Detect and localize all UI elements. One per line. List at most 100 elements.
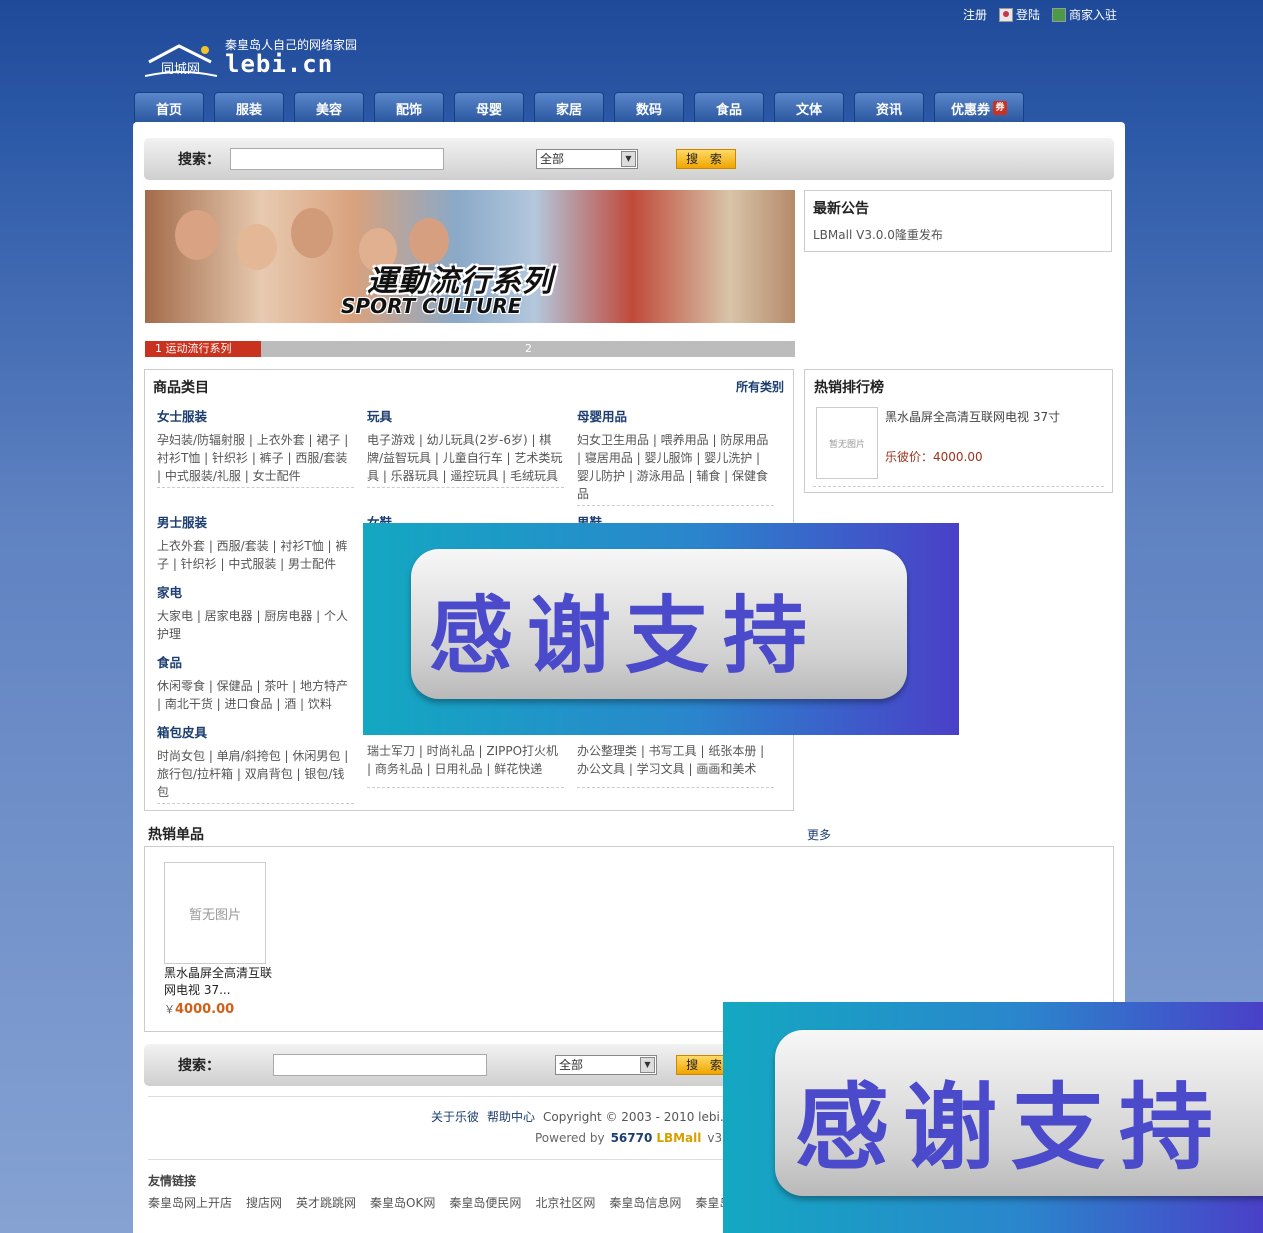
hot-single-price: ￥4000.00 <box>164 1002 235 1017</box>
hot-rank-title: 热销排行榜 <box>814 380 884 396</box>
user-icon <box>999 7 1014 22</box>
friend-link[interactable]: 秦皇岛便民网 <box>449 1194 521 1211</box>
footer-about-link[interactable]: 关于乐彼 <box>431 1110 479 1124</box>
chevron-down-icon: ▼ <box>621 151 636 167</box>
category-group-title[interactable]: 家电 <box>157 582 354 601</box>
friend-link[interactable]: 英才跳跳网 <box>296 1194 356 1211</box>
hot-single-title: 热销单品 <box>148 827 204 843</box>
all-categories-link[interactable]: 所有类别 <box>736 378 784 395</box>
merchant-link[interactable]: 商家入驻 <box>1052 6 1117 23</box>
category-group: 食品 休闲零食 | 保健品 | 茶叶 | 地方特产 | 南北干货 | 进口食品 … <box>157 652 354 713</box>
hot-rank-box: 热销排行榜 暂无图片 黑水晶屏全高清互联网电视 37寸 乐彼价：4000.00 <box>804 369 1113 493</box>
nav-tab-sports[interactable]: 文体 <box>774 92 844 123</box>
category-group-title[interactable]: 玩具 <box>367 406 564 425</box>
main-nav: 首页 服装 美容 配饰 母婴 家居 数码 食品 文体 资讯 优惠券券 <box>134 92 1024 123</box>
nav-tab-food[interactable]: 食品 <box>694 92 764 123</box>
category-group-links[interactable]: 上衣外套 | 西服/套装 | 衬衫T恤 | 裤子 | 针织衫 | 中式服装 | … <box>157 537 354 573</box>
powered-link-lbmall[interactable]: LBMall <box>656 1131 701 1145</box>
category-group-links[interactable]: 妇女卫生用品 | 喂养用品 | 防尿用品 | 寝居用品 | 婴儿服饰 | 婴儿洗… <box>577 431 774 503</box>
notice-title: 最新公告 <box>813 201 869 217</box>
category-group-title[interactable]: 男士服装 <box>157 512 354 531</box>
house-logo-icon: 同城网 <box>145 44 217 77</box>
nav-tab-beauty[interactable]: 美容 <box>294 92 364 123</box>
banner-slide-1[interactable]: 1 运动流行系列 <box>145 341 261 357</box>
category-title: 商品类目 <box>153 380 209 396</box>
category-group-title[interactable]: 食品 <box>157 652 354 671</box>
notice-item[interactable]: LBMall V3.0.0隆重发布 <box>813 226 1103 243</box>
search-category-select[interactable]: 全部 ▼ <box>536 149 638 169</box>
nav-tab-coupons[interactable]: 优惠券券 <box>934 92 1024 123</box>
category-group: 男士服装 上衣外套 | 西服/套装 | 衬衫T恤 | 裤子 | 针织衫 | 中式… <box>157 512 354 573</box>
hot-rank-product-name[interactable]: 黑水晶屏全高清互联网电视 37寸 <box>885 408 1060 425</box>
category-group-title[interactable]: 女士服装 <box>157 406 354 425</box>
overlay-text: 感谢支持 <box>795 1074 1228 1183</box>
banner-figure <box>291 208 333 258</box>
footer-links: 关于乐彼 帮助中心 Copyright © 2003 - 2010 lebi.cn … <box>431 1108 754 1125</box>
banner-slide-bar: 1 运动流行系列 2 <box>145 341 795 357</box>
promo-banner[interactable]: 運動流行系列 SPORT CULTURE <box>145 190 795 323</box>
category-group-links[interactable]: 孕妇装/防辐射服 | 上衣外套 | 裙子 | 衬衫T恤 | 针织衫 | 裤子 |… <box>157 431 354 485</box>
banner-figure <box>175 210 219 260</box>
logo-badge-text: 同城网 <box>161 62 200 77</box>
friend-link[interactable]: 北京社区网 <box>535 1194 595 1211</box>
thanks-overlay-banner[interactable]: 感谢支持 <box>363 523 959 735</box>
search-input[interactable] <box>230 148 444 170</box>
category-group-links[interactable]: 办公整理类 | 书写工具 | 纸张本册 | 办公文具 | 学习文具 | 画画和美… <box>577 742 774 778</box>
category-group-links[interactable]: 大家电 | 居家电器 | 厨房电器 | 个人护理 <box>157 607 354 643</box>
product-thumbnail-placeholder[interactable]: 暂无图片 <box>164 862 266 964</box>
category-group-links[interactable]: 时尚女包 | 单肩/斜挎包 | 休闲男包 | 旅行包/拉杆箱 | 双肩背包 | … <box>157 747 354 801</box>
category-group-links[interactable]: 休闲零食 | 保健品 | 茶叶 | 地方特产 | 南北干货 | 进口食品 | 酒… <box>157 677 354 713</box>
friend-links-title: 友情链接 <box>148 1174 197 1188</box>
coupon-badge: 券 <box>993 101 1007 115</box>
nav-tab-home[interactable]: 首页 <box>134 92 204 123</box>
powered-link-56770[interactable]: 56770 <box>611 1131 653 1145</box>
search-category-select[interactable]: 全部 ▼ <box>555 1055 657 1075</box>
login-link[interactable]: 登陆 <box>999 6 1040 23</box>
register-link[interactable]: 注册 <box>963 6 987 23</box>
banner-slide-2[interactable]: 2 <box>525 341 532 357</box>
category-group: 母婴用品 妇女卫生用品 | 喂养用品 | 防尿用品 | 寝居用品 | 婴儿服饰 … <box>577 406 774 506</box>
friend-link[interactable]: 秦皇岛OK网 <box>370 1194 435 1211</box>
search-input[interactable] <box>273 1054 487 1076</box>
category-group: 办公整理类 | 书写工具 | 纸张本册 | 办公文具 | 学习文具 | 画画和美… <box>577 742 774 788</box>
banner-figure <box>237 224 277 270</box>
category-group: 瑞士军刀 | 时尚礼品 | ZIPPO打火机 | 商务礼品 | 日用礼品 | 鲜… <box>367 742 564 788</box>
hot-single-product-name[interactable]: 黑水晶屏全高清互联网电视 37... <box>164 965 272 999</box>
category-group-links[interactable]: 电子游戏 | 幼儿玩具(2岁-6岁) | 棋牌/益智玩具 | 儿童自行车 | 艺… <box>367 431 564 485</box>
notice-box: 最新公告 LBMall V3.0.0隆重发布 <box>804 190 1112 252</box>
nav-tab-news[interactable]: 资讯 <box>854 92 924 123</box>
nav-tab-accessories[interactable]: 配饰 <box>374 92 444 123</box>
category-group: 箱包皮具 时尚女包 | 单肩/斜挎包 | 休闲男包 | 旅行包/拉杆箱 | 双肩… <box>157 722 354 804</box>
friend-links: 秦皇岛网上开店 搜店网 英才跳跳网 秦皇岛OK网 秦皇岛便民网 北京社区网 秦皇… <box>148 1194 731 1211</box>
chevron-down-icon: ▼ <box>640 1057 655 1073</box>
thanks-overlay-banner-bottom[interactable]: 感谢支持 <box>723 1002 1263 1233</box>
logo-domain: lebi.cn <box>225 50 334 78</box>
divider <box>813 486 1104 487</box>
category-group-title[interactable]: 箱包皮具 <box>157 722 354 741</box>
category-group: 女士服装 孕妇装/防辐射服 | 上衣外套 | 裙子 | 衬衫T恤 | 针织衫 |… <box>157 406 354 488</box>
product-thumbnail-placeholder[interactable]: 暂无图片 <box>816 407 878 479</box>
category-group-title[interactable]: 母婴用品 <box>577 406 774 425</box>
search-button[interactable]: 搜 索 <box>676 149 736 169</box>
nav-tab-clothing[interactable]: 服装 <box>214 92 284 123</box>
search-label: 搜索： <box>178 152 220 168</box>
friend-link[interactable]: 搜店网 <box>246 1194 282 1211</box>
banner-subtitle: SPORT CULTURE <box>341 294 522 318</box>
nav-tab-home-goods[interactable]: 家居 <box>534 92 604 123</box>
category-group: 玩具 电子游戏 | 幼儿玩具(2岁-6岁) | 棋牌/益智玩具 | 儿童自行车 … <box>367 406 564 488</box>
overlay-text: 感谢支持 <box>429 587 822 685</box>
search-label: 搜索： <box>178 1058 220 1074</box>
nav-tab-baby[interactable]: 母婴 <box>454 92 524 123</box>
hot-single-more-link[interactable]: 更多 <box>807 826 831 843</box>
footer-help-link[interactable]: 帮助中心 <box>487 1110 535 1124</box>
hot-rank-price: 乐彼价：4000.00 <box>885 450 983 464</box>
search-bar-top: 搜索： 全部 ▼ 搜 索 <box>144 138 1114 180</box>
nav-tab-digital[interactable]: 数码 <box>614 92 684 123</box>
top-links: 注册 登陆 商家入驻 <box>963 6 1117 23</box>
shop-icon <box>1052 7 1067 22</box>
friend-link[interactable]: 秦皇岛网上开店 <box>148 1194 232 1211</box>
category-group-links[interactable]: 瑞士军刀 | 时尚礼品 | ZIPPO打火机 | 商务礼品 | 日用礼品 | 鲜… <box>367 742 564 778</box>
footer-powered: Powered by56770LBMallv3.0.0 <box>535 1131 745 1145</box>
site-logo[interactable]: 同城网 秦皇岛人自己的网络家园 lebi.cn <box>143 36 363 84</box>
friend-link[interactable]: 秦皇岛信息网 <box>609 1194 681 1211</box>
